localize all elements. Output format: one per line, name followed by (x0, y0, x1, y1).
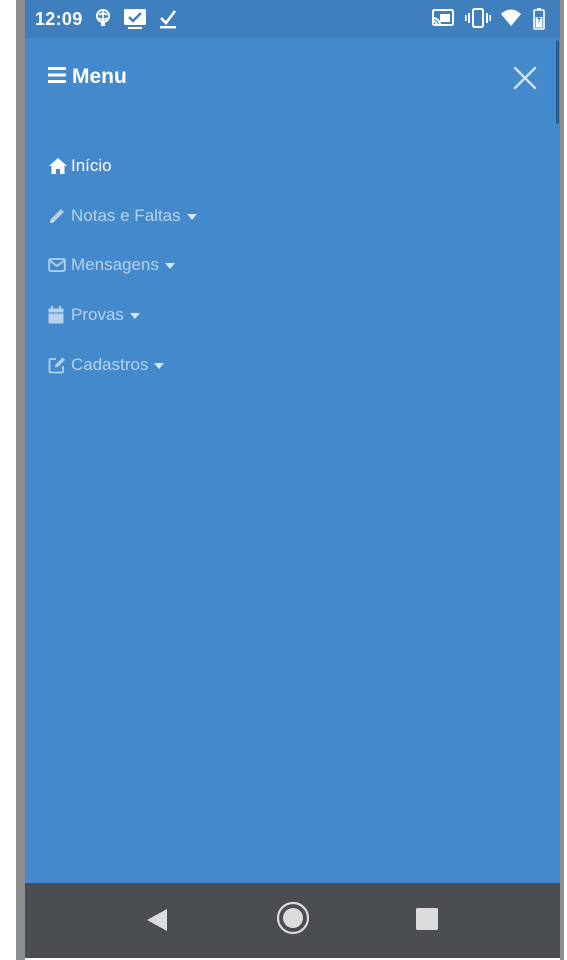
screen: 12:09 Menu Início Notas e Faltas Mensage… (25, 0, 560, 958)
scrollbar-thumb[interactable] (556, 40, 559, 124)
nav-item-cadastros[interactable]: Cadastros (48, 350, 165, 380)
cast-icon (432, 8, 454, 30)
device-frame: 12:09 Menu Início Notas e Faltas Mensage… (0, 0, 567, 960)
battery-icon (533, 8, 545, 30)
device-bezel-right (560, 0, 564, 960)
nav-item-mensagens[interactable]: Mensagens (48, 250, 175, 280)
device-bezel-left (16, 0, 25, 960)
status-bar: 12:09 (25, 0, 560, 38)
edit-icon (48, 356, 68, 374)
mail-check-icon (123, 8, 147, 30)
status-time: 12:09 (35, 9, 83, 29)
nav-item-label: Notas e Faltas (71, 206, 181, 225)
chevron-down-icon (164, 262, 175, 269)
home-button[interactable] (276, 901, 310, 940)
chevron-down-icon (154, 362, 165, 369)
close-icon (511, 66, 539, 96)
system-nav-bar (25, 883, 560, 958)
nav-item-label: Início (71, 156, 112, 175)
back-icon (145, 909, 169, 937)
nav-item-label: Provas (71, 305, 124, 324)
menu-title: Menu (72, 65, 127, 88)
close-button[interactable] (511, 64, 539, 92)
vibrate-icon (465, 8, 491, 30)
nav-item-label: Mensagens (71, 255, 159, 274)
nav-item-inicio[interactable]: Início (48, 151, 112, 181)
chevron-down-icon (129, 312, 140, 319)
hamburger-icon (48, 66, 66, 89)
home-circle-icon (276, 901, 310, 939)
envelope-icon (48, 257, 68, 273)
checkmark-icon (159, 8, 177, 30)
menu-header[interactable]: Menu (48, 62, 127, 92)
brain-icon (95, 8, 111, 30)
recents-icon (415, 908, 439, 935)
chevron-down-icon (186, 213, 197, 220)
back-button[interactable] (145, 907, 169, 938)
nav-item-label: Cadastros (71, 355, 149, 374)
nav-item-provas[interactable]: Provas (48, 300, 140, 330)
wifi-icon (500, 8, 522, 30)
recents-button[interactable] (415, 907, 439, 936)
nav-item-notas-e-faltas[interactable]: Notas e Faltas (48, 201, 197, 231)
calendar-icon (48, 306, 68, 324)
home-icon (48, 157, 68, 175)
pencil-icon (48, 207, 68, 225)
